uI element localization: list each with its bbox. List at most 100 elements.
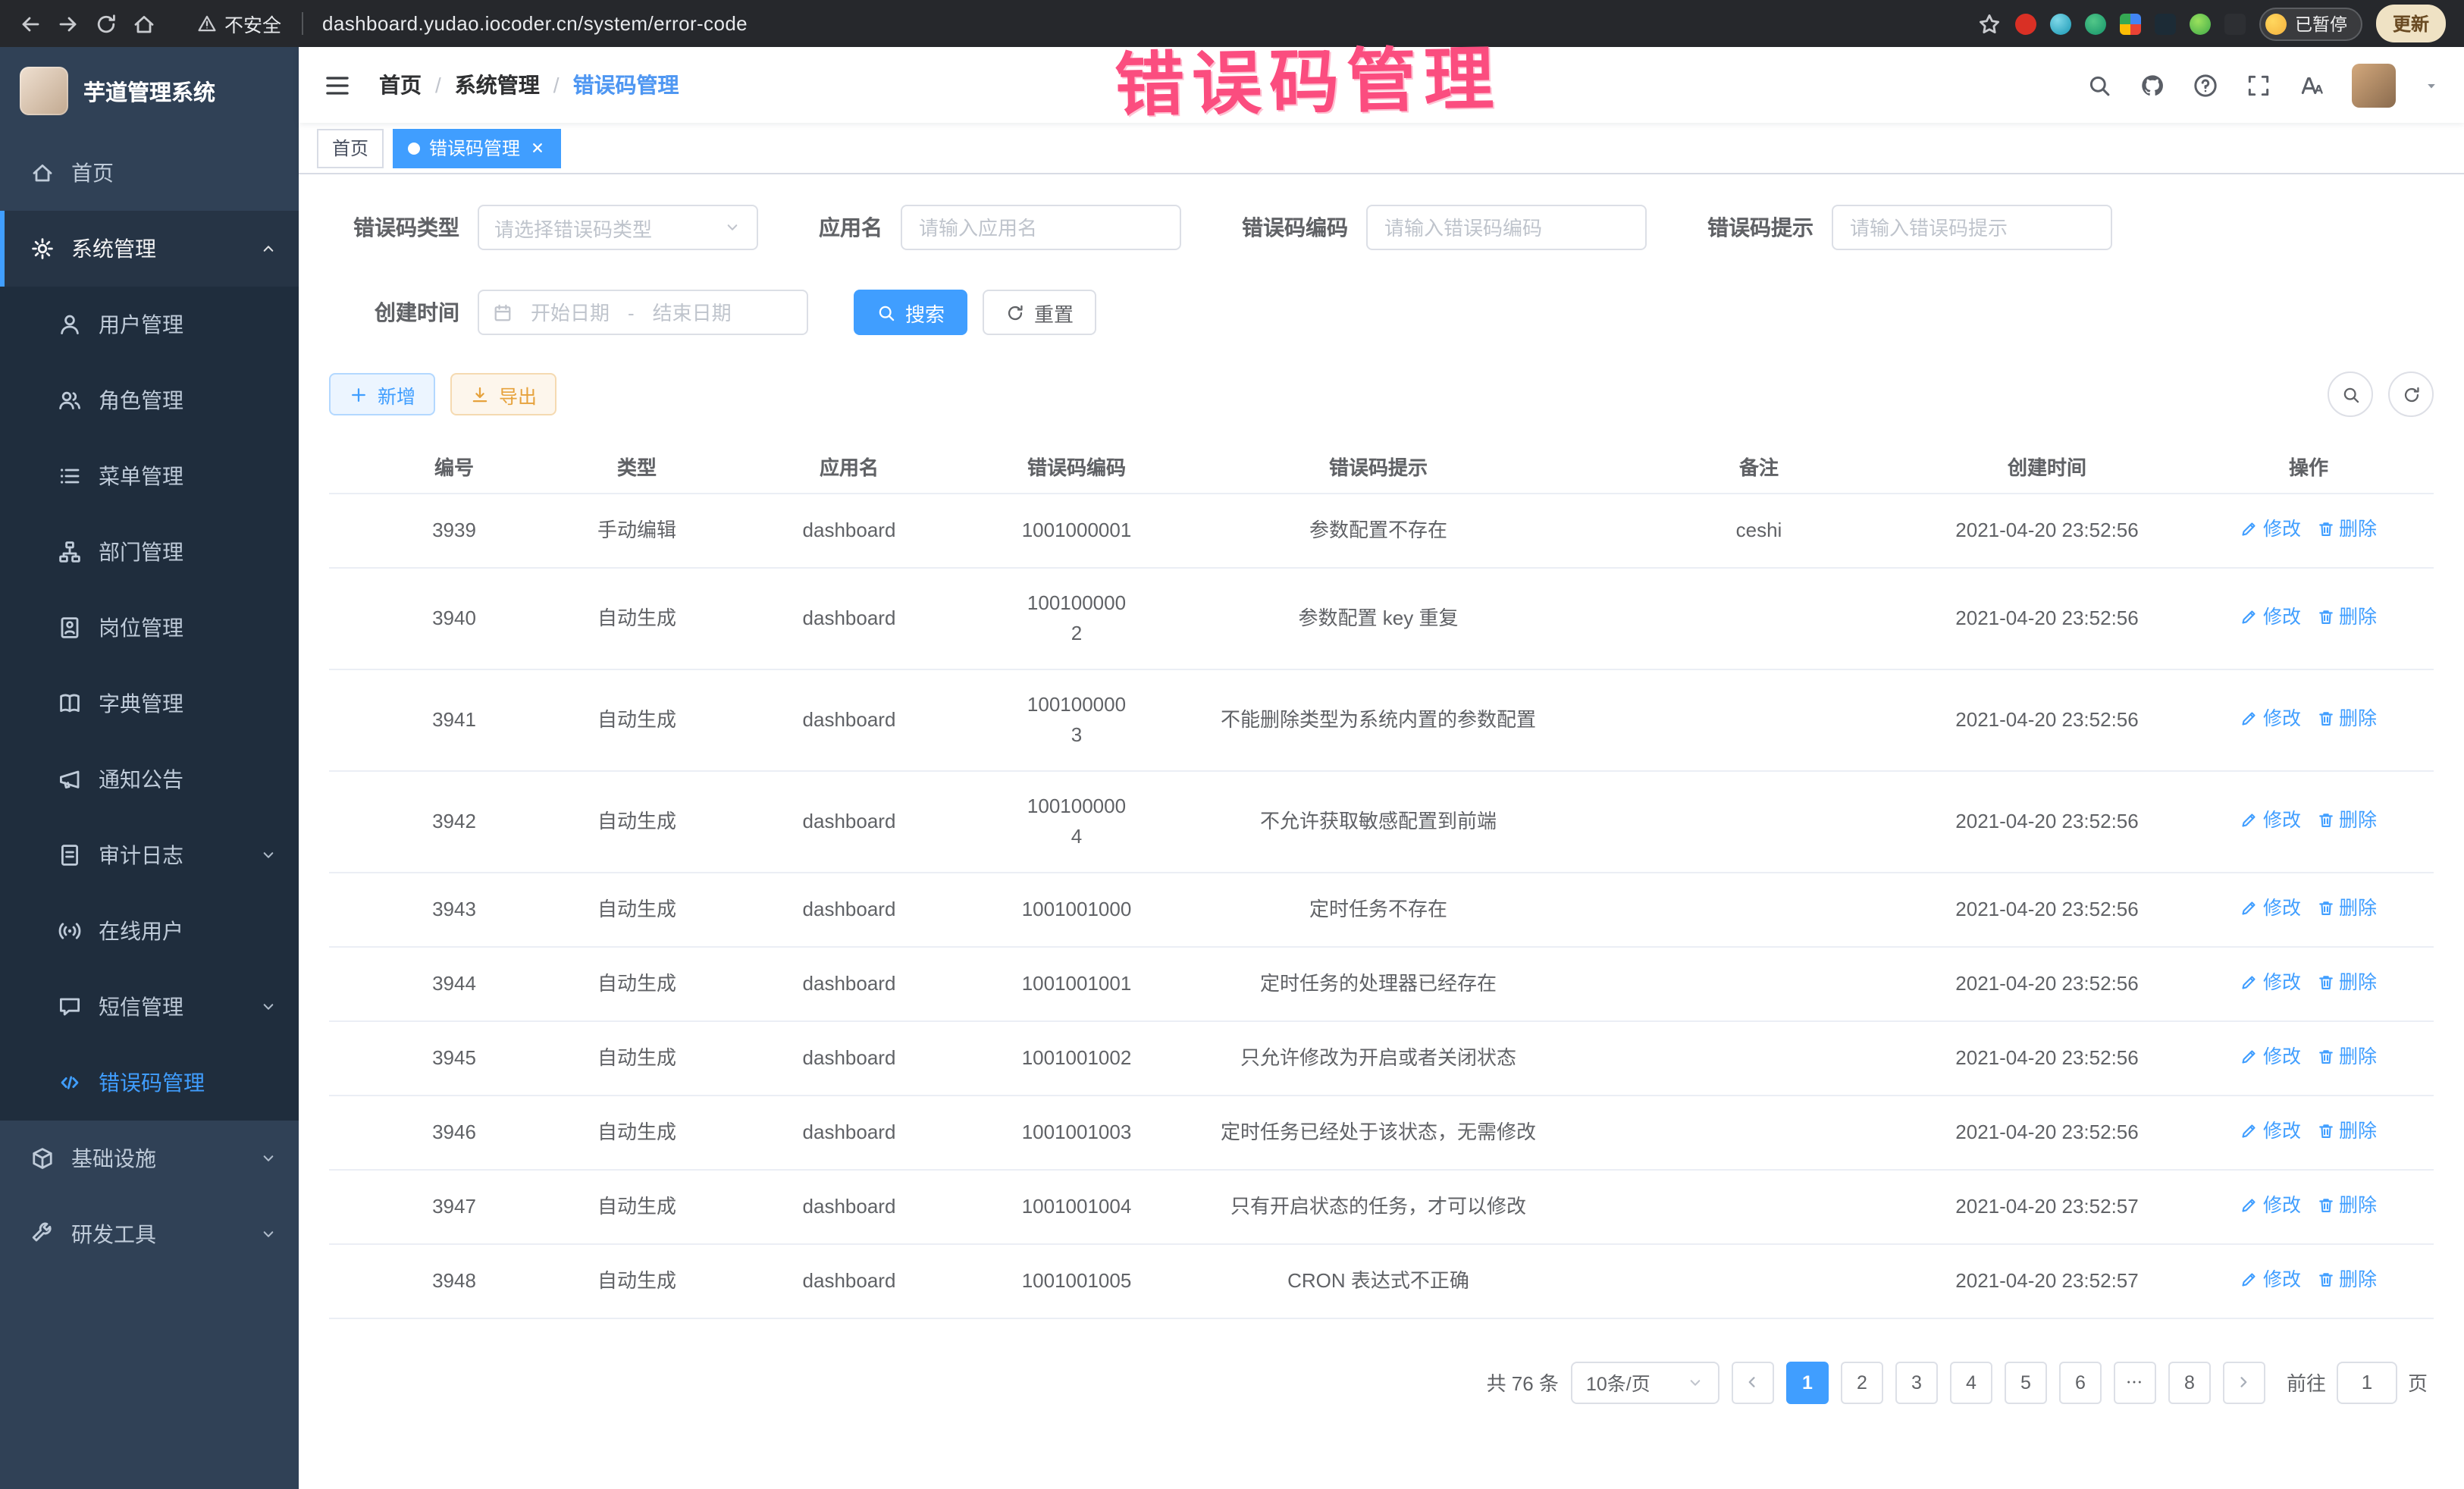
hint-input[interactable] (1832, 205, 2112, 250)
goto-page-input[interactable] (2337, 1361, 2397, 1403)
search-button[interactable]: 搜索 (854, 290, 967, 335)
cell-code: 1001001002 (1004, 1020, 1149, 1095)
app-input[interactable] (901, 205, 1181, 250)
goto-page: 前往 页 (2287, 1361, 2428, 1403)
delete-link[interactable]: 删除 (2316, 703, 2377, 733)
breadcrumb-item[interactable]: 系统管理 (455, 70, 540, 100)
extension-icon-leaf[interactable] (2190, 13, 2212, 34)
page-button-4[interactable]: 4 (1950, 1361, 1992, 1403)
delete-icon (2316, 1047, 2334, 1065)
back-icon[interactable] (18, 11, 42, 36)
edit-link[interactable]: 修改 (2240, 703, 2301, 733)
page-ellipsis[interactable] (2114, 1361, 2156, 1403)
sidebar-item-user[interactable]: 用户管理 (0, 287, 299, 362)
edit-link[interactable]: 修改 (2240, 1264, 2301, 1294)
cell-type: 自动生成 (579, 770, 694, 872)
reload-icon[interactable] (94, 11, 118, 36)
extension-icon-grid[interactable] (2121, 13, 2142, 34)
edit-link[interactable]: 修改 (2240, 513, 2301, 544)
add-button[interactable]: 新增 (329, 373, 435, 415)
sidebar-item-infra[interactable]: 基础设施 (0, 1121, 299, 1196)
code-input[interactable] (1366, 205, 1647, 250)
help-icon[interactable] (2193, 72, 2218, 98)
fullscreen-icon[interactable] (2246, 72, 2271, 98)
url-text[interactable]: dashboard.yudao.iocoder.cn/system/error-… (322, 12, 748, 35)
security-chip[interactable]: 不安全 (197, 9, 281, 38)
sidebar-item-role[interactable]: 角色管理 (0, 362, 299, 438)
filter-type: 错误码类型 请选择错误码类型 (329, 205, 758, 250)
delete-link[interactable]: 删除 (2316, 1190, 2377, 1220)
page-next-button[interactable] (2223, 1361, 2265, 1403)
page-button-8[interactable]: 8 (2168, 1361, 2211, 1403)
type-select[interactable]: 请选择错误码类型 (478, 205, 758, 250)
delete-link[interactable]: 删除 (2316, 892, 2377, 923)
sidebar-item-home[interactable]: 首页 (0, 135, 299, 211)
breadcrumb-item[interactable]: 首页 (379, 70, 422, 100)
refresh-table-button[interactable] (2388, 371, 2434, 417)
delete-link[interactable]: 删除 (2316, 1041, 2377, 1071)
logo-row[interactable]: 芋道管理系统 (0, 47, 299, 135)
tab-close-icon[interactable] (529, 139, 546, 156)
sidebar-item-system[interactable]: 系统管理 (0, 211, 299, 287)
page-button-3[interactable]: 3 (1895, 1361, 1938, 1403)
search-icon[interactable] (2086, 72, 2112, 98)
sidebar-item-dict[interactable]: 字典管理 (0, 666, 299, 741)
toolbar: 新增 导出 (329, 371, 2434, 417)
paused-badge[interactable]: 已暂停 (2260, 7, 2362, 40)
page-size-select[interactable]: 10条/页 (1571, 1361, 1719, 1403)
sidebar-item-dev-tools[interactable]: 研发工具 (0, 1196, 299, 1272)
delete-link[interactable]: 删除 (2316, 967, 2377, 997)
page-prev-button[interactable] (1732, 1361, 1774, 1403)
extension-icon-green-badge[interactable] (2086, 13, 2107, 34)
edit-link[interactable]: 修改 (2240, 601, 2301, 632)
sidebar-item-audit-log[interactable]: 审计日志 (0, 817, 299, 893)
show-search-button[interactable] (2328, 371, 2373, 417)
github-icon[interactable] (2140, 72, 2165, 98)
extension-icon-puzzle[interactable] (2225, 13, 2246, 34)
delete-link[interactable]: 删除 (2316, 1264, 2377, 1294)
page-button-1[interactable]: 1 (1786, 1361, 1829, 1403)
sidebar-item-post[interactable]: 岗位管理 (0, 590, 299, 666)
extension-icon-teal[interactable] (2051, 13, 2072, 34)
hamburger-icon[interactable] (323, 71, 352, 99)
reset-button[interactable]: 重置 (983, 290, 1096, 335)
extension-icon-dark[interactable] (2155, 13, 2177, 34)
edit-link[interactable]: 修改 (2240, 967, 2301, 997)
start-date-input[interactable] (522, 301, 619, 324)
end-date-input[interactable] (644, 301, 741, 324)
bookmark-star-icon[interactable] (1978, 11, 2002, 36)
update-button[interactable]: 更新 (2376, 5, 2446, 42)
delete-icon (2316, 1196, 2334, 1214)
sidebar-item-sms[interactable]: 短信管理 (0, 969, 299, 1045)
extension-icon-red[interactable] (2016, 13, 2037, 34)
page-button-5[interactable]: 5 (2005, 1361, 2047, 1403)
edit-link[interactable]: 修改 (2240, 1190, 2301, 1220)
tab-item[interactable]: 首页 (317, 128, 384, 168)
cell-code: 1001001005 (1004, 1243, 1149, 1318)
export-button[interactable]: 导出 (450, 373, 556, 415)
delete-link[interactable]: 删除 (2316, 601, 2377, 632)
date-range-picker[interactable]: - (478, 290, 808, 335)
sidebar: 芋道管理系统 首页系统管理用户管理角色管理菜单管理部门管理岗位管理字典管理通知公… (0, 47, 299, 1489)
delete-link[interactable]: 删除 (2316, 804, 2377, 835)
page-button-6[interactable]: 6 (2059, 1361, 2102, 1403)
page-button-2[interactable]: 2 (1841, 1361, 1883, 1403)
browser-home-icon[interactable] (132, 11, 156, 36)
forward-icon[interactable] (56, 11, 80, 36)
sidebar-item-online-user[interactable]: 在线用户 (0, 893, 299, 969)
sidebar-item-notice[interactable]: 通知公告 (0, 741, 299, 817)
edit-link[interactable]: 修改 (2240, 804, 2301, 835)
delete-link[interactable]: 删除 (2316, 1115, 2377, 1146)
edit-link[interactable]: 修改 (2240, 1041, 2301, 1071)
caret-down-icon[interactable] (2423, 77, 2440, 93)
tab-item[interactable]: 错误码管理 (393, 128, 561, 168)
cell-app: dashboard (694, 493, 1004, 567)
edit-link[interactable]: 修改 (2240, 892, 2301, 923)
font-size-icon[interactable] (2299, 72, 2324, 98)
sidebar-item-menu[interactable]: 菜单管理 (0, 438, 299, 514)
edit-link[interactable]: 修改 (2240, 1115, 2301, 1146)
avatar[interactable] (2352, 63, 2396, 107)
delete-link[interactable]: 删除 (2316, 513, 2377, 544)
sidebar-item-error-code[interactable]: 错误码管理 (0, 1045, 299, 1121)
sidebar-item-dept[interactable]: 部门管理 (0, 514, 299, 590)
